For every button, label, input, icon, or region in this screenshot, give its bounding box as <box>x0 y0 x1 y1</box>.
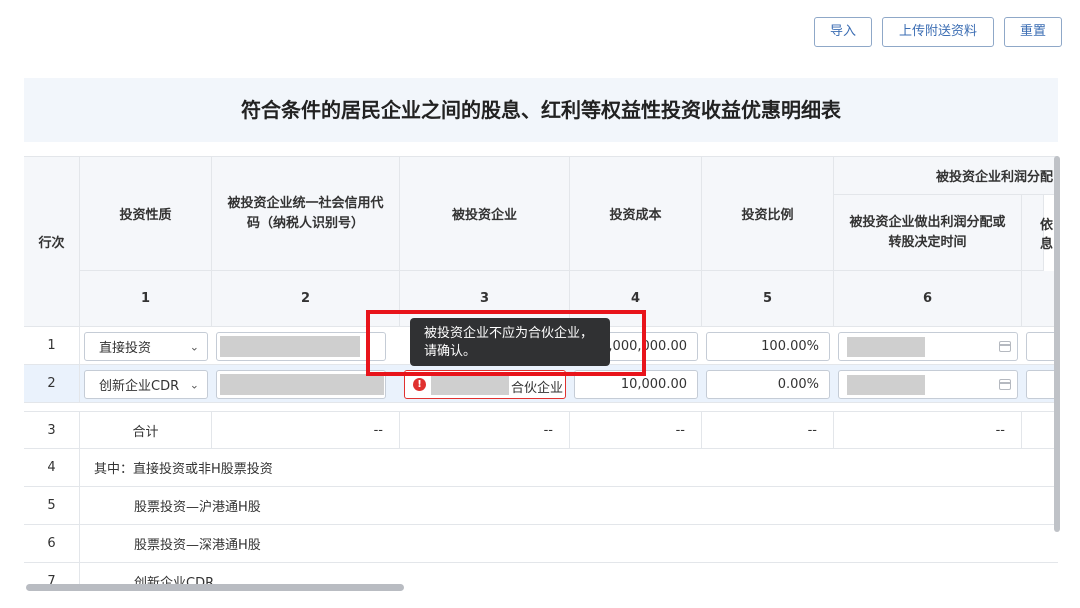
row-3-c5: -- <box>702 411 834 449</box>
header-profit-group: 被投资企业利润分配 <box>834 157 1058 195</box>
redacted-block <box>847 375 925 395</box>
row-3-c4: -- <box>570 411 702 449</box>
highlight-box <box>366 310 646 376</box>
col-index-1: 1 <box>80 271 212 327</box>
header-ratio: 投资比例 <box>702 157 834 271</box>
row-3-label: 合计 <box>80 411 212 449</box>
row-1-date-input[interactable] <box>838 332 1018 361</box>
row-3-c2: -- <box>212 411 400 449</box>
row-2-cost-value: 10,000.00 <box>620 377 687 392</box>
redacted-block <box>431 375 509 395</box>
row-5-no: 5 <box>24 487 80 525</box>
header-investee: 被投资企业 <box>400 157 570 271</box>
row-2-investee-value: 合伙企业 <box>511 381 564 396</box>
header-decision-time: 被投资企业做出利润分配或转股决定时间 <box>834 195 1022 271</box>
row-3-c3: -- <box>400 411 570 449</box>
redacted-block <box>220 336 360 357</box>
vertical-scrollbar[interactable] <box>1054 156 1060 532</box>
row-1-no: 1 <box>24 327 80 365</box>
row-3-no: 3 <box>24 411 80 449</box>
header-credit-code: 被投资企业统一社会信用代码（纳税人识别号） <box>212 157 400 271</box>
row-6-no: 6 <box>24 525 80 563</box>
col-index-5: 5 <box>702 271 834 327</box>
row-2-nature-value: 创新企业CDR <box>99 379 180 394</box>
chevron-down-icon: ⌄ <box>189 340 199 353</box>
redacted-block <box>847 337 925 357</box>
header-nature: 投资性质 <box>80 157 212 271</box>
upload-attachments-button[interactable]: 上传附送资料 <box>882 17 994 47</box>
col-index-6: 6 <box>834 271 1022 327</box>
row-2-nature-select[interactable]: 创新企业CDR ⌄ <box>84 370 208 399</box>
row-1-nature-value: 直接投资 <box>99 341 152 356</box>
header-cost: 投资成本 <box>570 157 702 271</box>
error-icon: ! <box>413 378 426 391</box>
row-4-no: 4 <box>24 449 80 487</box>
calendar-icon[interactable] <box>999 341 1011 352</box>
calendar-icon[interactable] <box>999 379 1011 390</box>
import-button[interactable]: 导入 <box>814 17 872 47</box>
row-2-ratio-input[interactable]: 0.00% <box>706 370 830 399</box>
header-partial-next: 依息 <box>1022 195 1053 271</box>
row-3-c7 <box>1022 411 1058 449</box>
redacted-block <box>220 374 384 395</box>
row-5-label: 股票投资—沪港通H股 <box>80 487 1058 525</box>
top-toolbar: 导入 上传附送资料 重置 <box>0 0 1080 62</box>
row-1-nature-select[interactable]: 直接投资 ⌄ <box>84 332 208 361</box>
reset-button[interactable]: 重置 <box>1004 17 1062 47</box>
row-2-no: 2 <box>24 365 80 403</box>
row-1-credit-code-input[interactable] <box>216 332 386 361</box>
row-2-ratio-value: 0.00% <box>777 377 819 392</box>
col-index-7 <box>1022 271 1058 327</box>
row-4-label: 其中：直接投资或非H股票投资 <box>80 449 1058 487</box>
chevron-down-icon: ⌄ <box>189 378 199 391</box>
row-1-ratio-input[interactable]: 100.00% <box>706 332 830 361</box>
header-row-no: 行次 <box>24 157 80 327</box>
row-1-ratio-value: 100.00% <box>761 339 819 354</box>
row-6-label: 股票投资—深港通H股 <box>80 525 1058 563</box>
horizontal-scrollbar[interactable] <box>26 584 404 591</box>
page-title: 符合条件的居民企业之间的股息、红利等权益性投资收益优惠明细表 <box>241 98 841 122</box>
row-2-date-input[interactable] <box>838 370 1018 399</box>
row-3-c6: -- <box>834 411 1022 449</box>
row-2-credit-code-input[interactable] <box>216 370 386 399</box>
